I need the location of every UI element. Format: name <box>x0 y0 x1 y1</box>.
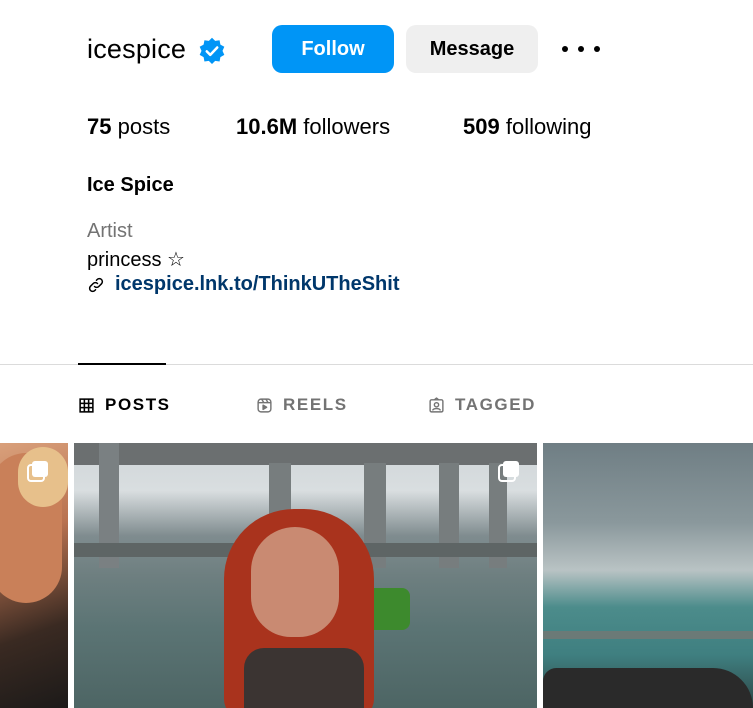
more-options-icon[interactable] <box>562 38 600 60</box>
photo-boat <box>543 668 753 708</box>
more-dot <box>562 46 568 52</box>
stat-following[interactable]: 509 following <box>463 114 591 140</box>
verified-badge-icon <box>199 37 225 65</box>
profile-link[interactable]: icespice.lnk.to/ThinkUTheShit <box>87 273 400 296</box>
more-dot <box>578 46 584 52</box>
tab-reels-label: REELS <box>283 395 348 414</box>
tab-tagged[interactable]: TAGGED <box>428 394 536 416</box>
profile-full-name: Ice Spice <box>87 174 174 196</box>
posts-count: 75 <box>87 114 112 139</box>
profile-header: icespice <box>87 25 226 73</box>
grid-icon <box>79 397 94 413</box>
carousel-icon <box>498 461 519 482</box>
followers-count: 10.6M <box>236 114 298 139</box>
message-button[interactable]: Message <box>406 25 538 73</box>
tagged-icon <box>429 396 444 413</box>
post-thumbnail[interactable] <box>0 443 68 708</box>
profile-category: Artist <box>87 220 133 242</box>
reels-icon <box>257 397 272 413</box>
profile-username: icespice <box>87 33 187 64</box>
followers-label: followers <box>303 114 391 139</box>
posts-label: posts <box>117 114 171 139</box>
tab-reels[interactable]: REELS <box>256 394 348 416</box>
tab-posts-label: POSTS <box>105 395 171 414</box>
stat-posts: 75 posts <box>87 114 170 140</box>
stat-followers[interactable]: 10.6M followers <box>236 114 390 140</box>
photo-subject-face <box>251 527 339 637</box>
profile-bio: princess ☆ <box>87 249 185 271</box>
photo-shoreline <box>543 631 753 639</box>
tab-posts[interactable]: POSTS <box>78 394 171 416</box>
active-tab-indicator <box>78 363 166 365</box>
follow-button[interactable]: Follow <box>272 25 394 73</box>
following-label: following <box>505 114 592 139</box>
post-thumbnail[interactable] <box>74 443 537 708</box>
tab-tagged-label: TAGGED <box>455 395 537 414</box>
carousel-icon <box>27 461 48 482</box>
more-dot <box>594 46 600 52</box>
following-count: 509 <box>463 114 500 139</box>
post-thumbnail[interactable] <box>543 443 753 708</box>
photo-subject-top <box>244 648 364 708</box>
link-icon <box>88 277 104 292</box>
profile-link-text[interactable]: icespice.lnk.to/ThinkUTheShit <box>115 273 400 296</box>
